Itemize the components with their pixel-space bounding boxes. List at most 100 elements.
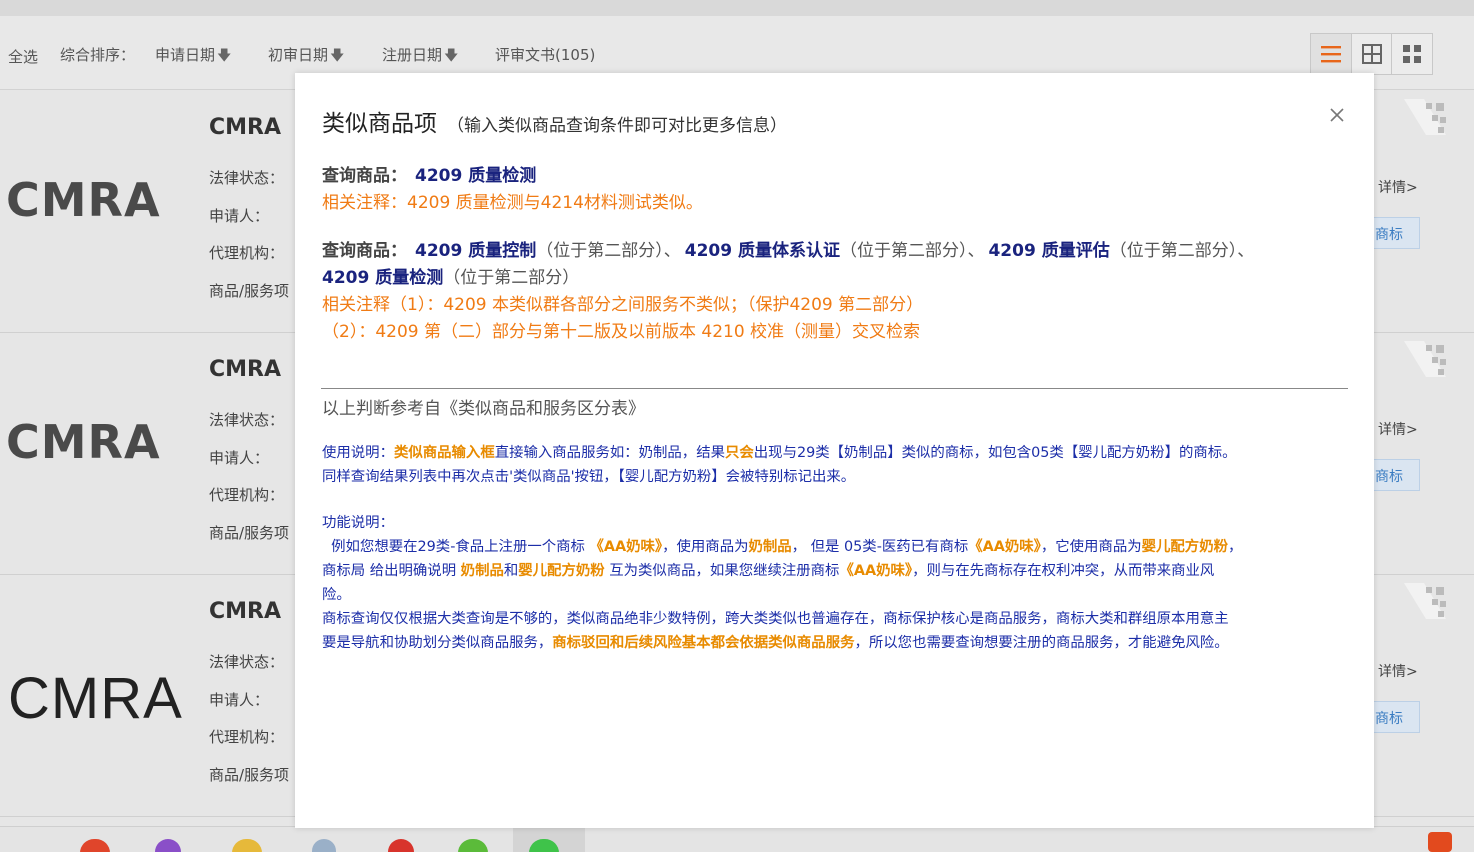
query-goods[interactable]: 4209 质量评估 xyxy=(988,241,1109,261)
active-task[interactable] xyxy=(513,827,585,852)
usage-highlight: 类似商品输入框 xyxy=(393,445,495,461)
sort-register-date-label: 注册日期 xyxy=(382,46,443,64)
folder-icon[interactable] xyxy=(232,839,262,852)
sort-register-date[interactable]: 注册日期 🡇 xyxy=(382,44,458,69)
sort-apply-date[interactable]: 申请日期 🡇 xyxy=(155,44,231,69)
modal-title-text: 类似商品项 xyxy=(322,111,437,137)
top-strip xyxy=(0,0,1474,16)
legal-status-label: 法律状态： xyxy=(209,653,285,671)
legal-status-label: 法律状态： xyxy=(209,169,285,187)
function-text: 例如您想要在29类-食品上注册一个商标 xyxy=(322,539,590,555)
function-highlight: 奶制品 xyxy=(748,539,792,555)
list-icon xyxy=(1320,46,1341,63)
list-view-button[interactable] xyxy=(1311,34,1352,74)
arrow-down-icon: 🡇 xyxy=(330,48,345,64)
sort-prelim-date[interactable]: 初审日期 🡇 xyxy=(268,44,344,69)
query-label: 查询商品： xyxy=(322,241,407,261)
grid-icon xyxy=(1361,44,1382,64)
close-icon[interactable] xyxy=(1323,101,1351,129)
sort-apply-date-label: 申请日期 xyxy=(155,46,216,64)
qr-code-icon[interactable] xyxy=(1402,581,1448,621)
tiles-icon xyxy=(1403,45,1422,63)
query-goods[interactable]: 4209 质量检测 xyxy=(415,166,536,186)
function-text: 互为类似商品，如果您继续注册商标 xyxy=(604,563,840,579)
goods-position: （位于第二部分） xyxy=(443,268,580,288)
qr-code-icon[interactable] xyxy=(1402,97,1448,137)
query-goods[interactable]: 4209 质量检测 xyxy=(322,268,443,288)
function-highlight: 商标驳回和后续风险基本都会依据类似商品服务 xyxy=(552,635,855,651)
wechat-icon xyxy=(529,839,559,852)
function-text: ，所以您也需要查询想要注册的商品服务，才能避免风险。 xyxy=(854,635,1229,651)
card-title[interactable]: CMRA xyxy=(209,599,281,624)
reference-text: 以上判断参考自《类似商品和服务区分表》 xyxy=(322,399,645,419)
card-title[interactable]: CMRA xyxy=(209,357,281,382)
trademark-logo: CMRA xyxy=(8,666,183,731)
query-1: 查询商品： 4209 质量检测 相关注释：4209 质量检测与4214材料测试类似… xyxy=(322,163,703,217)
related-note: （2）：4209 第（二）部分与第十二版及以前版本 4210 校准（测量）交叉检… xyxy=(322,322,921,342)
similar-goods-modal: 类似商品项 （输入类似商品查询条件即可对比更多信息） 查询商品： 4209 质量检测… xyxy=(295,73,1374,828)
function-text: 要是导航和协助划分类似商品服务， xyxy=(322,635,553,651)
app-red-icon[interactable] xyxy=(388,839,414,852)
applicant-label: 申请人： xyxy=(209,449,270,467)
trademark-logo: CMRA xyxy=(6,415,161,469)
detail-link[interactable]: 详情> xyxy=(1378,661,1418,681)
grid-view-button[interactable] xyxy=(1352,34,1393,74)
function-text: ，它使用商品为 xyxy=(1040,539,1142,555)
applicant-label: 申请人： xyxy=(209,691,270,709)
taskbar xyxy=(0,826,1474,852)
agency-label: 代理机构： xyxy=(209,728,285,746)
function-text: 和 xyxy=(503,563,519,579)
query-goods[interactable]: 4209 质量体系认证 xyxy=(685,241,840,261)
tile-view-button[interactable] xyxy=(1392,34,1432,74)
detail-link[interactable]: 详情> xyxy=(1378,177,1418,197)
usage-text: 直接输入商品服务如：奶制品，结果 xyxy=(494,445,725,461)
select-all-button[interactable]: 全选 xyxy=(8,46,38,67)
function-text: ， 但是 05类-医药已有商标 xyxy=(791,539,969,555)
agency-label: 代理机构： xyxy=(209,244,285,262)
usage-instructions: 使用说明：类似商品输入框直接输入商品服务如：奶制品，结果只会出现与29类【奶制品… xyxy=(322,441,1352,489)
modal-title: 类似商品项 （输入类似商品查询条件即可对比更多信息） xyxy=(322,104,787,138)
function-text: ，使用商品为 xyxy=(662,539,749,555)
query-2: 查询商品： 4209 质量控制（位于第二部分）、 4209 质量体系认证（位于第二部… xyxy=(322,238,1254,346)
arrow-down-icon: 🡇 xyxy=(217,48,232,64)
card-title[interactable]: CMRA xyxy=(209,115,281,140)
chrome-icon[interactable] xyxy=(80,839,110,852)
goods-position: （位于第二部分）、 xyxy=(839,241,985,261)
function-highlight: 《AA奶味》 xyxy=(589,539,663,555)
trademark-logo: CMRA xyxy=(6,173,161,227)
view-switcher xyxy=(1310,33,1433,75)
divider xyxy=(321,388,1348,389)
goods-position: （位于第二部分）、 xyxy=(1109,241,1255,261)
sort-label: 综合排序： xyxy=(60,46,136,64)
function-text: 险。 xyxy=(322,587,351,603)
query-label: 查询商品： xyxy=(322,166,407,186)
review-docs-link[interactable]: 评审文书(105) xyxy=(495,44,595,65)
visual-studio-icon[interactable] xyxy=(155,839,181,852)
function-text: 商标查询仅仅根据大类查询是不够的，类似商品绝非少数特例，跨大类类似也普遍存在，商… xyxy=(322,611,1229,627)
agency-label: 代理机构： xyxy=(209,486,285,504)
goods-label: 商品/服务项 xyxy=(209,766,290,784)
function-text: 商标局 给出明确说明 xyxy=(322,563,461,579)
input-method-icon[interactable] xyxy=(1428,832,1452,852)
goods-label: 商品/服务项 xyxy=(209,524,290,542)
legal-status-label: 法律状态： xyxy=(209,411,285,429)
function-highlight: 婴儿配方奶粉 xyxy=(518,563,605,579)
modal-subtitle: （输入类似商品查询条件即可对比更多信息） xyxy=(447,116,787,136)
usage-text: 同样查询结果列表中再次点击'类似商品'按钮，【婴儿配方奶粉】会被特别标记出来。 xyxy=(322,469,856,485)
arrow-down-icon: 🡇 xyxy=(444,48,459,64)
app-green-icon[interactable] xyxy=(458,839,488,852)
function-text: ，则与在先商标存在权利冲突，从而带来商业风 xyxy=(912,563,1215,579)
related-note: 相关注释（1）：4209 本类似群各部分之间服务不类似；（保护4209 第二部分… xyxy=(322,295,924,315)
qr-code-icon[interactable] xyxy=(1402,339,1448,379)
detail-link[interactable]: 详情> xyxy=(1378,419,1418,439)
query-goods[interactable]: 4209 质量控制 xyxy=(415,241,536,261)
notepad-icon[interactable] xyxy=(312,839,336,852)
goods-label: 商品/服务项 xyxy=(209,282,290,300)
function-highlight: 奶制品 xyxy=(460,563,504,579)
usage-text: 出现与29类【奶制品】类似的商标，如包含05类【婴儿配方奶粉】的商标。 xyxy=(753,445,1237,461)
applicant-label: 申请人： xyxy=(209,207,270,225)
sort-prelim-date-label: 初审日期 xyxy=(268,46,329,64)
goods-position: （位于第二部分）、 xyxy=(536,241,681,261)
usage-highlight: 只会 xyxy=(724,445,754,461)
related-note: 相关注释：4209 质量检测与4214材料测试类似。 xyxy=(322,193,703,213)
